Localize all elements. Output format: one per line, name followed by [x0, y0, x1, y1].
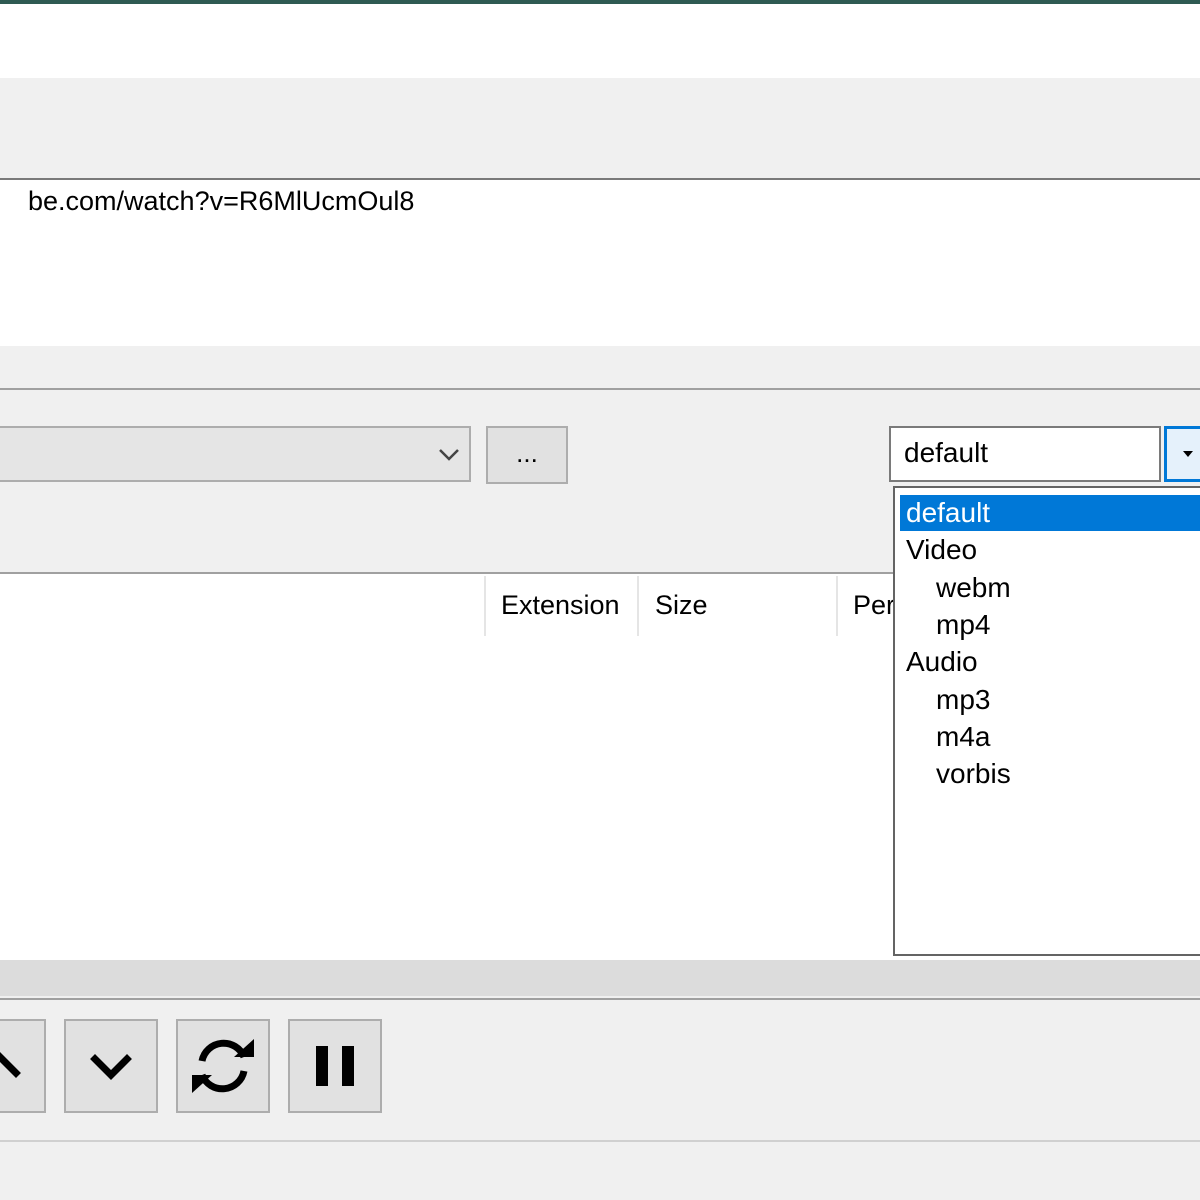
format-option[interactable]: default [900, 495, 1200, 531]
column-header-percent[interactable]: Per [853, 590, 895, 621]
format-option[interactable]: mp4 [900, 607, 1200, 643]
chevron-down-icon [90, 1054, 132, 1080]
path-select[interactable] [0, 426, 471, 482]
format-dropdown-list[interactable]: default Video webm mp4 Audio mp3 m4a vor… [893, 486, 1200, 956]
header-area [0, 4, 1200, 78]
dropdown-arrow-icon [1183, 451, 1193, 457]
toolbar-area [0, 78, 1200, 178]
move-up-button[interactable] [0, 1019, 46, 1113]
format-dropdown-button[interactable] [1164, 426, 1200, 482]
format-option[interactable]: Video [900, 532, 1200, 568]
section-divider [0, 388, 1200, 390]
format-option[interactable]: Audio [900, 644, 1200, 680]
format-option[interactable]: mp3 [900, 682, 1200, 718]
reload-button[interactable] [176, 1019, 270, 1113]
pause-button[interactable] [288, 1019, 382, 1113]
column-header-extension[interactable]: Extension [501, 590, 620, 621]
column-separator [637, 576, 639, 636]
format-option[interactable]: webm [900, 570, 1200, 606]
chevron-up-icon [0, 1052, 21, 1078]
chevron-down-icon[interactable] [436, 441, 462, 467]
refresh-icon [192, 1039, 254, 1093]
format-option[interactable]: vorbis [900, 756, 1200, 792]
move-down-button[interactable] [64, 1019, 158, 1113]
browse-button[interactable]: ... [486, 426, 568, 484]
format-select[interactable]: default [889, 426, 1161, 482]
column-separator [836, 576, 838, 636]
url-input-text: be.com/watch?v=R6MlUcmOul8 [28, 186, 415, 216]
pause-icon [316, 1046, 354, 1086]
horizontal-scrollbar[interactable] [0, 960, 1200, 996]
column-header-size[interactable]: Size [655, 590, 708, 621]
column-separator [484, 576, 486, 636]
section-divider [0, 998, 1200, 1000]
format-option[interactable]: m4a [900, 719, 1200, 755]
status-bar [0, 1142, 1200, 1200]
